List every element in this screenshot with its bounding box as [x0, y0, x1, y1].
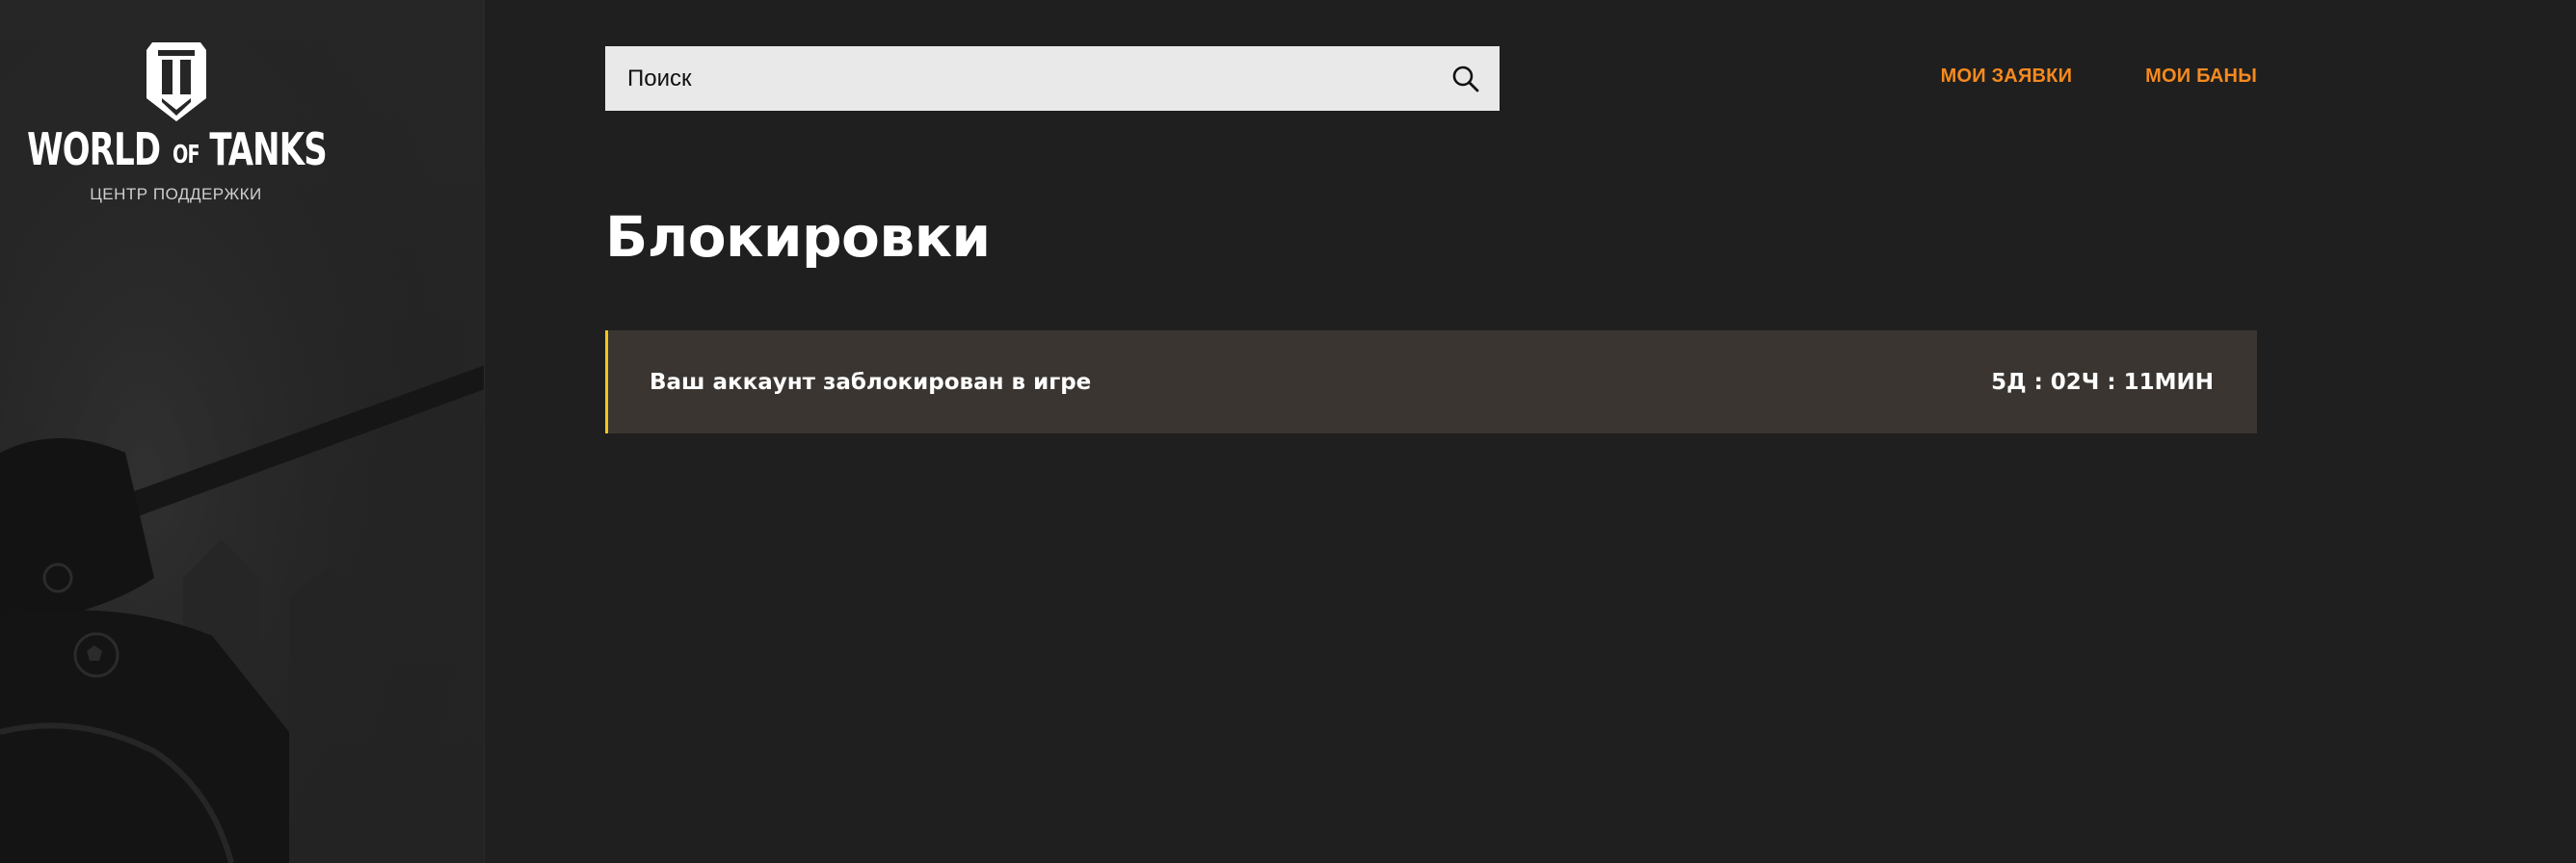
nav-my-bans-link[interactable]: МОИ БАНЫ — [2145, 65, 2257, 88]
ban-description: Ваш аккаунт заблокирован в игре — [650, 369, 1092, 395]
ban-list-item[interactable]: Ваш аккаунт заблокирован в игре 5Д : 02Ч… — [605, 330, 2257, 433]
nav-my-requests-link[interactable]: МОИ ЗАЯВКИ — [1941, 65, 2073, 88]
tank-shield-emblem-icon — [146, 42, 206, 121]
top-nav: МОИ ЗАЯВКИ МОИ БАНЫ — [1941, 65, 2257, 88]
sidebar: WORLD OF TANKS ЦЕНТР ПОДДЕРЖКИ — [0, 0, 485, 863]
ban-remaining-time: 5Д : 02Ч : 11МИН — [1991, 369, 2214, 395]
brand-wordmark: WORLD OF TANKS — [27, 127, 327, 171]
search-bar — [605, 46, 1500, 111]
page-title: Блокировки — [605, 204, 991, 270]
wordmark-world: WORLD — [27, 123, 161, 175]
brand-logo[interactable]: WORLD OF TANKS ЦЕНТР ПОДДЕРЖКИ — [27, 39, 327, 204]
search-input[interactable] — [605, 46, 1432, 111]
wordmark-of: OF — [172, 141, 200, 170]
page: WORLD OF TANKS ЦЕНТР ПОДДЕРЖКИ МОИ ЗАЯВК… — [0, 0, 2576, 863]
wordmark-tanks: TANKS — [208, 123, 327, 175]
search-button[interactable] — [1432, 46, 1500, 111]
search-icon — [1452, 65, 1479, 92]
brand-subtitle: ЦЕНТР ПОДДЕРЖКИ — [90, 185, 262, 203]
